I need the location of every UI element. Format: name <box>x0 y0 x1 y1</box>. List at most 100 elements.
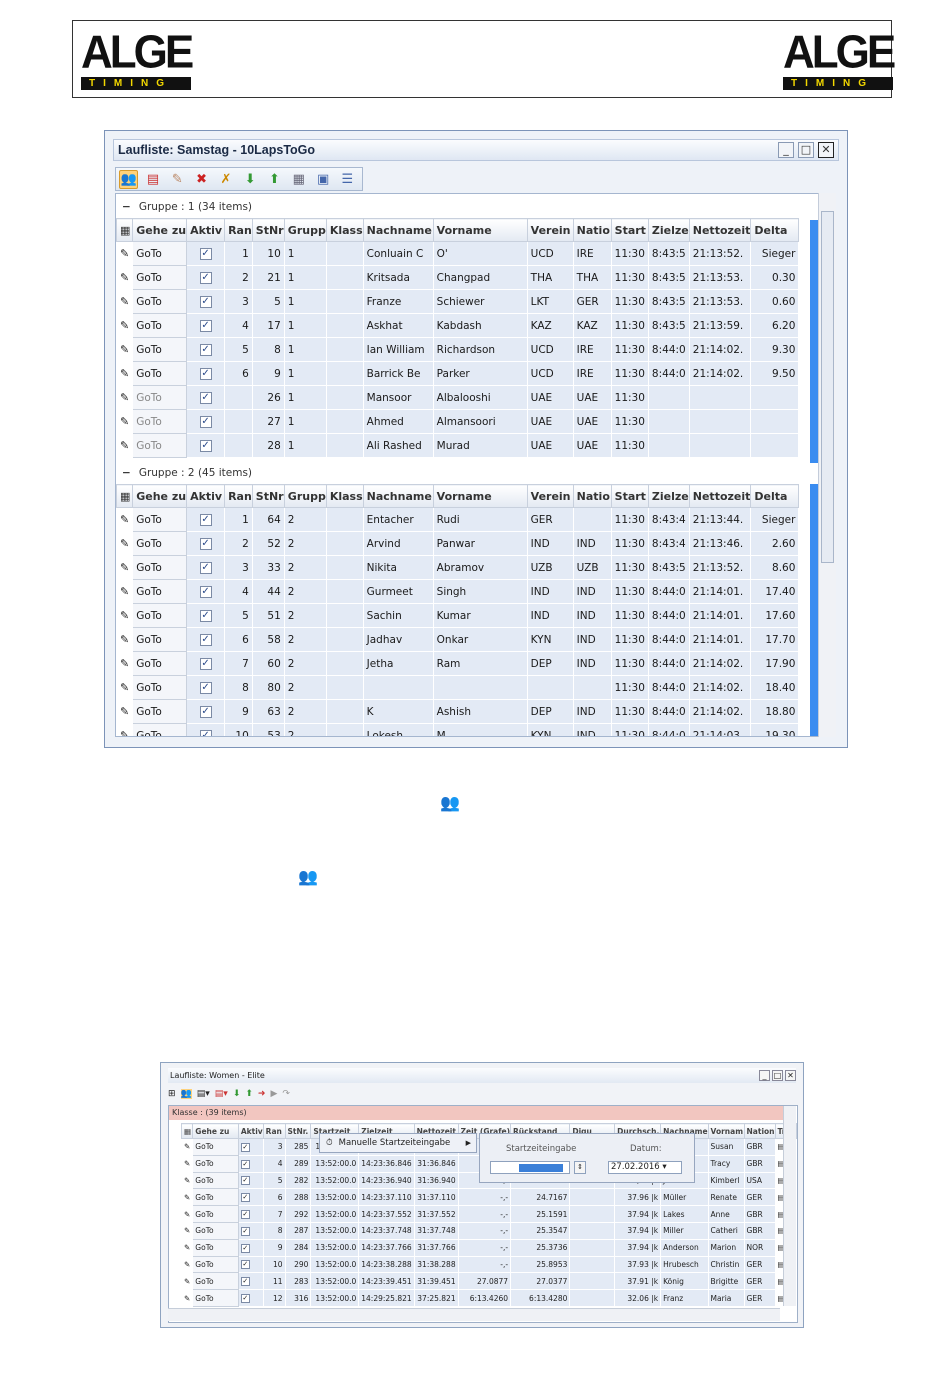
goto-button[interactable]: GoTo <box>132 531 188 556</box>
edit-icon[interactable]: ✎ <box>116 579 134 604</box>
edit-icon[interactable]: ✎ <box>116 337 134 362</box>
edit-icon[interactable]: ✎ <box>116 409 134 434</box>
active-checkbox[interactable]: ✓ <box>186 241 226 266</box>
export-icon[interactable]: ⬆ <box>265 170 284 189</box>
edit-icon[interactable]: ✎ <box>180 1171 194 1190</box>
group-header[interactable]: Klasse : (39 items) <box>169 1106 789 1120</box>
goto-button[interactable]: GoTo <box>192 1154 239 1173</box>
column-header[interactable]: Start <box>610 218 649 242</box>
goto-button[interactable]: GoTo <box>132 337 188 362</box>
checkbox[interactable]: ✓ <box>199 368 212 380</box>
table-row[interactable]: ✎ GoTo ✓ 8 287 13:52:00.0 14:23:37.748 31:37.74… <box>180 1221 797 1240</box>
checkbox[interactable]: ✓ <box>240 1243 250 1253</box>
column-header[interactable]: Nettozeit <box>688 484 752 508</box>
table-row[interactable]: ✎ GoTo ✓ 6 9 1 Barrick Be Parker UCD IRE 11:30 8:44… <box>116 361 800 386</box>
active-checkbox[interactable]: ✓ <box>186 531 226 556</box>
filter-icon[interactable]: ▤▾ <box>215 1089 228 1099</box>
table-row[interactable]: ✎ GoTo ✓ 6 288 13:52:00.0 14:23:37.110 31:37.11… <box>180 1188 797 1207</box>
edit-icon[interactable]: ✎ <box>180 1205 194 1223</box>
table-row[interactable]: ✎ GoTo ✓ 5 51 2 Sachin Kumar IND IND 11:30 8:44:0 21… <box>116 603 800 628</box>
goto-button[interactable]: GoTo <box>132 361 188 386</box>
goto-button[interactable]: GoTo <box>192 1289 239 1307</box>
goto-button[interactable]: GoTo <box>192 1255 239 1274</box>
table-row[interactable]: ✎ GoTo ✓ 6 58 2 Jadhav Onkar KYN IND 11:30 8:44:0 21… <box>116 627 800 652</box>
active-checkbox[interactable]: ✓ <box>237 1188 264 1207</box>
edit-icon[interactable]: ✎ <box>116 699 134 724</box>
goto-button[interactable]: GoTo <box>132 241 188 266</box>
table-row[interactable]: ✎ GoTo ✓ 2 21 1 Kritsada Changpad THA THA 11:30 8:4… <box>116 265 800 290</box>
goto-button[interactable]: GoTo <box>192 1188 239 1207</box>
spin-button[interactable]: ⇕ <box>574 1161 586 1174</box>
column-header[interactable]: Delta <box>750 218 800 242</box>
goto-button[interactable]: GoTo <box>132 385 188 410</box>
column-header[interactable]: StNr <box>251 484 285 508</box>
arrow-icon[interactable]: ➜ <box>258 1089 266 1099</box>
table-row[interactable]: ✎ GoTo ✓ 5 8 1 Ian William Richardson UCD IRE 11:3… <box>116 337 800 362</box>
checkbox[interactable]: ✓ <box>199 296 212 308</box>
active-checkbox[interactable]: ✓ <box>237 1171 264 1190</box>
minimize-button[interactable]: _ <box>778 142 794 158</box>
edit-icon[interactable]: ✎ <box>116 313 134 338</box>
column-chooser-icon[interactable]: ▦ <box>180 1123 194 1139</box>
checkbox[interactable]: ✓ <box>199 610 212 622</box>
checkbox[interactable]: ✓ <box>199 248 212 260</box>
table-row[interactable]: ✎ GoTo ✓ 12 316 13:52:00.0 14:29:25.821 37:25.8… <box>180 1289 797 1307</box>
active-checkbox[interactable]: ✓ <box>186 361 226 386</box>
checkbox[interactable]: ✓ <box>240 1226 250 1236</box>
edit-icon[interactable]: ✎ <box>180 1154 194 1173</box>
column-header[interactable]: Aktiv <box>186 484 226 508</box>
checkbox[interactable]: ✓ <box>240 1277 250 1287</box>
checkbox[interactable]: ✓ <box>199 682 212 694</box>
goto-button[interactable]: GoTo <box>132 289 188 314</box>
active-checkbox[interactable]: ✓ <box>186 699 226 724</box>
start-time-input[interactable] <box>490 1161 570 1174</box>
active-checkbox[interactable]: ✓ <box>186 723 226 736</box>
edit-icon[interactable]: ✎ <box>116 289 134 314</box>
column-header[interactable]: Nettozeit <box>688 218 752 242</box>
edit-icon[interactable]: ✎ <box>180 1289 194 1307</box>
checkbox[interactable]: ✓ <box>240 1260 250 1270</box>
import-icon[interactable]: ⬇ <box>241 170 260 189</box>
edit-icon[interactable]: ✎ <box>116 241 134 266</box>
list-icon[interactable]: ▤▾ <box>197 1089 210 1099</box>
column-header[interactable]: StNr <box>251 218 285 242</box>
table-row[interactable]: ✎ GoTo ✓ 10 53 2 Lokesh M KYN IND 11:30 8:44:0 21:14… <box>116 723 800 736</box>
column-header[interactable]: Verein <box>526 484 574 508</box>
edit-icon[interactable]: ✎ <box>168 170 187 189</box>
active-checkbox[interactable]: ✓ <box>186 409 226 434</box>
active-checkbox[interactable]: ✓ <box>186 603 226 628</box>
column-header[interactable]: Grupp <box>283 218 327 242</box>
column-header[interactable]: Zielze <box>647 218 690 242</box>
column-header[interactable]: Klass <box>325 484 364 508</box>
table-row[interactable]: ✎ GoTo ✓ 1 64 2 Entacher Rudi GER 11:30 8:43:4 21:1… <box>116 507 800 532</box>
date-picker[interactable]: 27.02.2016 ▾ <box>608 1161 682 1174</box>
goto-button[interactable]: GoTo <box>192 1221 239 1240</box>
list-icon[interactable]: ☰ <box>338 170 357 189</box>
active-checkbox[interactable]: ✓ <box>186 651 226 676</box>
column-header[interactable]: Natio <box>572 218 612 242</box>
table-row[interactable]: ✎ GoTo ✓ 10 290 13:52:00.0 14:23:38.288 31:38.2… <box>180 1255 797 1274</box>
table-row[interactable]: ✎ GoTo ✓ 4 17 1 Askhat Kabdash KAZ KAZ 11:30 8:43:5… <box>116 313 800 338</box>
collapse-icon[interactable]: − <box>122 467 131 479</box>
checkbox[interactable]: ✓ <box>240 1210 250 1220</box>
edit-icon[interactable]: ✎ <box>180 1188 194 1207</box>
checkbox[interactable]: ✓ <box>199 562 212 574</box>
edit-icon[interactable]: ✎ <box>180 1255 194 1274</box>
checkbox[interactable]: ✓ <box>199 440 212 452</box>
edit-icon[interactable]: ✎ <box>116 361 134 386</box>
goto-button[interactable]: GoTo <box>132 651 188 676</box>
table-row[interactable]: ✎ GoTo ✓ 4 44 2 Gurmeet Singh IND IND 11:30 8:44:0 2… <box>116 579 800 604</box>
active-checkbox[interactable]: ✓ <box>237 1138 264 1156</box>
clear-icon[interactable]: ✗ <box>216 170 235 189</box>
goto-button[interactable]: GoTo <box>192 1171 239 1190</box>
goto-button[interactable]: GoTo <box>132 723 188 736</box>
column-chooser-icon[interactable]: ▦ <box>116 218 134 242</box>
column-header[interactable]: Klass <box>325 218 364 242</box>
column-header[interactable]: Vorname <box>432 484 528 508</box>
active-checkbox[interactable]: ✓ <box>186 675 226 700</box>
column-header[interactable]: Gehe zu <box>132 218 188 242</box>
redo-icon[interactable]: ↷ <box>282 1089 290 1099</box>
goto-button[interactable]: GoTo <box>132 699 188 724</box>
people-icon[interactable]: 👥 <box>119 169 139 189</box>
table-row[interactable]: ✎ GoTo ✓ 7 292 13:52:00.0 14:23:37.552 31:37.55… <box>180 1205 797 1223</box>
